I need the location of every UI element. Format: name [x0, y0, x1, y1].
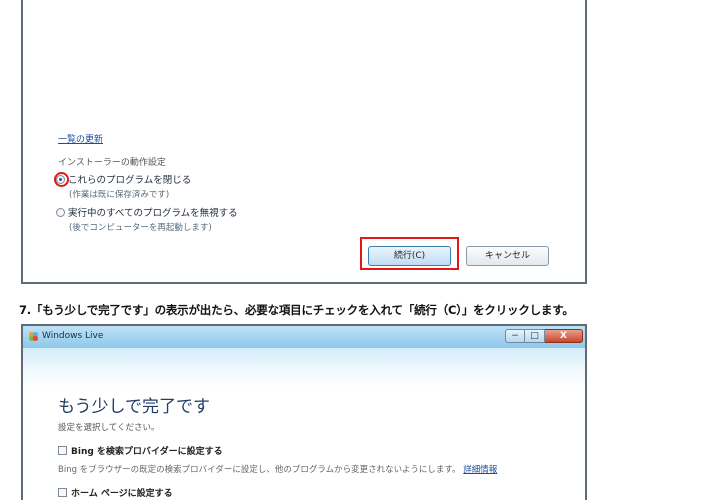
refresh-list-link[interactable]: 一覧の更新	[58, 132, 103, 145]
option-bing-search[interactable]: Bing を検索プロバイダーに設定する	[58, 444, 223, 457]
page-title: もう少しで完了です	[58, 397, 210, 417]
windows-live-icon	[28, 331, 39, 342]
window-title: Windows Live	[42, 331, 104, 341]
close-button[interactable]: X	[545, 329, 583, 343]
radio-close-programs[interactable]: これらのプログラムを閉じる (作業は既に保存済みです)	[56, 172, 191, 200]
radio-close-note: (作業は既に保存済みです)	[69, 190, 170, 200]
option-home-label: ホーム ページに設定する	[71, 489, 173, 499]
installer-dialog: 一覧の更新 インストーラーの動作設定 これらのプログラムを閉じる (作業は既に保…	[21, 0, 587, 284]
radio-ignore-label: 実行中のすべてのプログラムを無視する	[68, 208, 238, 219]
minimize-button[interactable]: −	[505, 329, 525, 343]
header-gradient	[23, 348, 585, 388]
cancel-button[interactable]: キャンセル	[466, 246, 549, 266]
details-link[interactable]: 詳細情報	[463, 465, 497, 475]
windows-live-dialog: Windows Live − □ X もう少しで完了です 設定を選択してください…	[21, 324, 587, 500]
radio-ignore-note: (後でコンピューターを再起動します)	[69, 223, 212, 233]
installer-behavior-label: インストーラーの動作設定	[58, 158, 166, 168]
highlight-box	[360, 237, 459, 270]
bing-description: Bing をブラウザーの既定の検索プロバイダーに設定し、他のプログラムから変更さ…	[58, 463, 497, 475]
page-subtitle: 設定を選択してください。	[58, 423, 160, 433]
checkbox-icon[interactable]	[58, 446, 67, 455]
maximize-icon: □	[530, 331, 539, 341]
highlight-ring	[54, 172, 69, 187]
maximize-button[interactable]: □	[525, 329, 545, 343]
checkbox-icon[interactable]	[58, 488, 67, 497]
close-icon: X	[560, 331, 567, 341]
step-instruction: 7.「もう少しで完了です」の表示が出たら、必要な項目にチェックを入れて「続行（C…	[19, 303, 574, 317]
radio-ignore-programs[interactable]: 実行中のすべてのプログラムを無視する (後でコンピューターを再起動します)	[56, 205, 238, 233]
option-home-page[interactable]: ホーム ページに設定する	[58, 486, 173, 499]
option-bing-label: Bing を検索プロバイダーに設定する	[71, 447, 223, 457]
bing-description-text: Bing をブラウザーの既定の検索プロバイダーに設定し、他のプログラムから変更さ…	[58, 465, 461, 475]
radio-unselected-icon[interactable]	[56, 208, 65, 217]
minimize-icon: −	[511, 331, 519, 341]
title-bar[interactable]: Windows Live − □ X	[23, 326, 585, 348]
radio-close-label: これらのプログラムを閉じる	[68, 175, 192, 186]
